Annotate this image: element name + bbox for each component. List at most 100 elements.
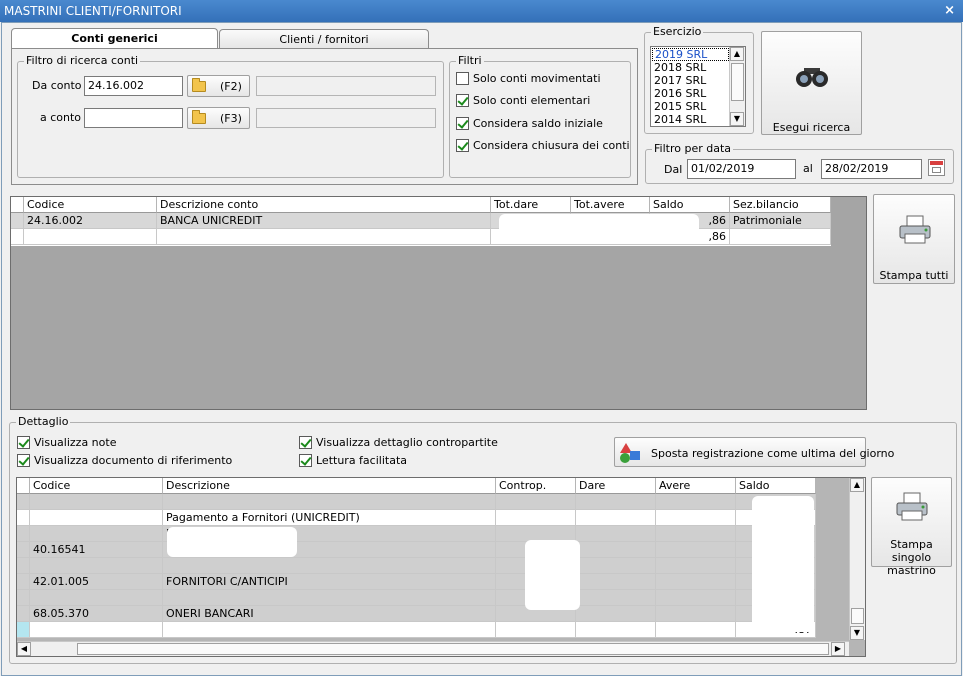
checkbox-checked-icon[interactable]	[299, 454, 312, 467]
redaction	[752, 496, 814, 632]
cell-dare	[576, 526, 656, 542]
filtro-chiusura-conti[interactable]: Considera chiusura dei conti	[456, 139, 630, 152]
lettura-facilitata-checkbox[interactable]: Lettura facilitata	[299, 454, 407, 467]
scroll-thumb[interactable]	[77, 643, 829, 655]
checkbox-checked-icon[interactable]	[17, 454, 30, 467]
tab-clienti-fornitori[interactable]: Clienti / fornitori	[219, 29, 429, 50]
scroll-right-icon[interactable]: ▶	[831, 642, 845, 656]
cell-sez	[730, 229, 831, 245]
cell-avere	[656, 606, 736, 622]
filtro-solo-elementari[interactable]: Solo conti elementari	[456, 94, 590, 107]
column-header[interactable]: Tot.dare	[491, 197, 571, 213]
row-indicator	[17, 590, 30, 606]
filtro-saldo-iniziale[interactable]: Considera saldo iniziale	[456, 117, 603, 130]
esercizio-option[interactable]: 2018 SRL	[654, 61, 706, 74]
sposta-registrazione-label: Sposta registrazione come ultima del gio…	[651, 447, 895, 460]
accounts-table[interactable]: Codice Descrizione conto Tot.dare Tot.av…	[10, 196, 867, 410]
column-header[interactable]: Saldo	[736, 478, 816, 494]
cell-dare	[576, 510, 656, 526]
esercizio-option[interactable]: 2015 SRL	[654, 100, 706, 113]
column-header[interactable]: Dare	[576, 478, 656, 494]
row-indicator	[17, 526, 30, 542]
detail-hscrollbar[interactable]: ◀ ▶	[17, 641, 849, 656]
row-indicator	[17, 542, 30, 558]
esegui-ricerca-label: Esegui ricerca	[772, 121, 851, 134]
scroll-thumb[interactable]	[851, 608, 864, 624]
esegui-ricerca-button[interactable]: Esegui ricerca	[761, 31, 862, 135]
esercizio-option[interactable]: 2016 SRL	[654, 87, 706, 100]
stampa-singolo-button[interactable]: Stampa singolo mastrino	[871, 477, 952, 577]
al-date-input[interactable]: 28/02/2019	[821, 159, 922, 179]
a-conto-input[interactable]	[84, 108, 183, 128]
cell-descrizione: BANCA UNICREDIT	[157, 213, 491, 229]
da-conto-input[interactable]: 24.16.002	[84, 76, 183, 96]
column-header[interactable]: Saldo	[650, 197, 730, 213]
cell-dare	[576, 622, 656, 638]
esercizio-legend: Esercizio	[651, 25, 704, 38]
scroll-up-icon[interactable]: ▲	[730, 47, 744, 61]
cell-dare	[576, 574, 656, 590]
stampa-tutti-label: Stampa tutti	[879, 269, 949, 282]
redaction	[525, 540, 580, 610]
column-header[interactable]: Sez.bilancio	[730, 197, 831, 213]
folder-icon	[192, 110, 206, 124]
checkbox-checked-icon[interactable]	[456, 94, 469, 107]
column-header[interactable]: Codice	[30, 478, 163, 494]
cell-codice: 68.05.370	[30, 606, 163, 622]
cell-descrizione	[163, 590, 496, 606]
dal-date-input[interactable]: 01/02/2019	[687, 159, 796, 179]
esercizio-option[interactable]: 2014 SRL	[654, 113, 706, 126]
column-header[interactable]: Descrizione	[163, 478, 496, 494]
checkbox-checked-icon[interactable]	[456, 139, 469, 152]
visualizza-documento-checkbox[interactable]: Visualizza documento di riferimento	[17, 454, 232, 467]
row-indicator	[17, 494, 30, 510]
detail-vscrollbar[interactable]: ▲ ▼	[849, 478, 865, 640]
cell-sez: Patrimoniale	[730, 213, 831, 229]
column-header[interactable]: Tot.avere	[571, 197, 650, 213]
scroll-down-icon[interactable]: ▼	[850, 626, 864, 640]
a-conto-lookup-button[interactable]: (F3)	[187, 107, 250, 129]
da-conto-lookup-button[interactable]: (F2)	[187, 75, 250, 97]
esercizio-option[interactable]: 2017 SRL	[654, 74, 706, 87]
esercizio-scrollbar[interactable]: ▲ ▼	[729, 47, 745, 126]
visualizza-note-checkbox[interactable]: Visualizza note	[17, 436, 116, 449]
row-indicator	[17, 622, 30, 638]
cell-codice: 42.01.005	[30, 574, 163, 590]
row-indicator	[17, 606, 30, 622]
cell-dare	[576, 558, 656, 574]
cell-codice	[24, 229, 157, 245]
scroll-down-icon[interactable]: ▼	[730, 112, 744, 126]
cell-controp	[496, 622, 576, 638]
column-header[interactable]: Descrizione conto	[157, 197, 491, 213]
scroll-thumb[interactable]	[731, 63, 744, 101]
esercizio-list[interactable]: 2019 SRL 2018 SRL 2017 SRL 2016 SRL 2015…	[650, 46, 746, 127]
cell-controp	[496, 510, 576, 526]
dal-label: Dal	[664, 163, 683, 176]
filtro-solo-movimentati[interactable]: Solo conti movimentati	[456, 72, 601, 85]
cell-avere	[656, 622, 736, 638]
cell-dare	[576, 542, 656, 558]
cell-avere	[656, 590, 736, 606]
sposta-registrazione-button[interactable]: Sposta registrazione come ultima del gio…	[614, 437, 894, 467]
checkbox-checked-icon[interactable]	[456, 117, 469, 130]
close-icon[interactable]: ×	[944, 3, 955, 18]
calendar-icon[interactable]	[928, 159, 945, 176]
checkbox-icon[interactable]	[456, 72, 469, 85]
checkbox-checked-icon[interactable]	[17, 436, 30, 449]
scroll-up-icon[interactable]: ▲	[850, 478, 864, 492]
cell-dare	[576, 590, 656, 606]
checkbox-checked-icon[interactable]	[299, 436, 312, 449]
visualizza-contropartite-checkbox[interactable]: Visualizza dettaglio contropartite	[299, 436, 498, 449]
esercizio-option[interactable]: 2019 SRL	[652, 48, 729, 61]
folder-icon	[192, 78, 206, 92]
tab-conti-generici[interactable]: Conti generici	[11, 28, 218, 50]
column-header[interactable]: Codice	[24, 197, 157, 213]
column-header[interactable]: Avere	[656, 478, 736, 494]
printer-icon	[899, 215, 931, 244]
cell-avere	[656, 526, 736, 542]
detail-table[interactable]: Codice Descrizione Controp. Dare Avere S…	[16, 477, 866, 657]
a-conto-label: a conto	[40, 111, 82, 124]
column-header[interactable]: Controp.	[496, 478, 576, 494]
stampa-tutti-button[interactable]: Stampa tutti	[873, 194, 955, 284]
scroll-left-icon[interactable]: ◀	[17, 642, 31, 656]
